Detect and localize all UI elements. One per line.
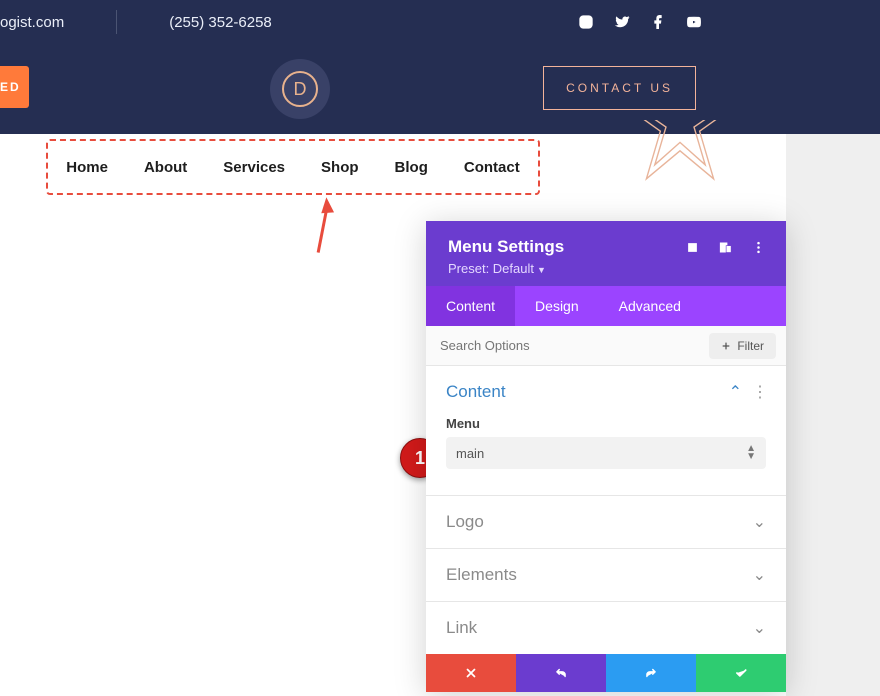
search-row: Filter bbox=[426, 326, 786, 366]
settings-tabs: Content Design Advanced bbox=[426, 286, 786, 326]
top-left: ogist.com (255) 352-6258 bbox=[0, 10, 272, 34]
section-content[interactable]: Content ⌃ ⋮ Menu main ▲▼ bbox=[426, 366, 786, 496]
twitter-icon[interactable] bbox=[614, 14, 630, 30]
separator bbox=[116, 10, 117, 34]
responsive-icon[interactable] bbox=[718, 240, 733, 255]
chevron-down-icon: ⌄ bbox=[753, 618, 766, 638]
nav-item-blog[interactable]: Blog bbox=[395, 159, 428, 176]
logo-letter: D bbox=[282, 71, 318, 107]
cancel-button[interactable] bbox=[426, 654, 516, 692]
preset-label: Preset: Default bbox=[448, 261, 534, 276]
topbar: ogist.com (255) 352-6258 bbox=[0, 0, 880, 44]
nav-item-about[interactable]: About bbox=[144, 159, 187, 176]
section-link-title: Link bbox=[446, 618, 477, 638]
cta-button-cut[interactable]: ED bbox=[0, 66, 29, 108]
section-elements-title: Elements bbox=[446, 565, 517, 585]
redo-button[interactable] bbox=[606, 654, 696, 692]
nav-item-services[interactable]: Services bbox=[223, 159, 285, 176]
nav-item-home[interactable]: Home bbox=[66, 159, 108, 176]
nav-item-shop[interactable]: Shop bbox=[321, 159, 359, 176]
panel-header[interactable]: Menu Settings Preset: Default▼ bbox=[426, 221, 786, 286]
section-logo[interactable]: Logo ⌄ bbox=[426, 496, 786, 549]
caret-down-icon: ▼ bbox=[537, 265, 546, 275]
menu-select[interactable]: main ▲▼ bbox=[446, 437, 766, 469]
menu-module-selected[interactable]: Home About Services Shop Blog Contact bbox=[46, 139, 540, 195]
panel-title: Menu Settings bbox=[448, 237, 564, 257]
right-page-edge bbox=[786, 45, 880, 696]
contact-us-button[interactable]: CONTACT US bbox=[543, 66, 696, 110]
panel-footer bbox=[426, 654, 786, 692]
section-link[interactable]: Link ⌄ bbox=[426, 602, 786, 654]
section-content-title: Content bbox=[446, 382, 506, 402]
youtube-icon[interactable] bbox=[686, 14, 702, 30]
section-more-icon[interactable]: ⋮ bbox=[752, 382, 766, 402]
search-input[interactable] bbox=[426, 326, 699, 365]
section-logo-title: Logo bbox=[446, 512, 484, 532]
social-links bbox=[578, 14, 872, 30]
contact-email[interactable]: ogist.com bbox=[0, 14, 64, 31]
tab-content[interactable]: Content bbox=[426, 286, 515, 326]
annotation-arrow bbox=[285, 194, 355, 270]
facebook-icon[interactable] bbox=[650, 14, 666, 30]
chevron-down-icon: ⌄ bbox=[753, 512, 766, 532]
preset-selector[interactable]: Preset: Default▼ bbox=[448, 261, 766, 276]
filter-button[interactable]: Filter bbox=[709, 333, 776, 359]
chevron-down-icon: ⌄ bbox=[753, 565, 766, 585]
contact-phone[interactable]: (255) 352-6258 bbox=[169, 14, 272, 31]
menu-field: Menu main ▲▼ bbox=[446, 416, 766, 469]
tab-design[interactable]: Design bbox=[515, 286, 599, 326]
menu-field-label: Menu bbox=[446, 416, 766, 431]
check-icon bbox=[734, 666, 748, 680]
select-caret-icon: ▲▼ bbox=[746, 445, 756, 461]
more-menu-icon[interactable] bbox=[751, 240, 766, 255]
undo-icon bbox=[554, 666, 568, 680]
section-elements[interactable]: Elements ⌄ bbox=[426, 549, 786, 602]
undo-button[interactable] bbox=[516, 654, 606, 692]
site-logo[interactable]: D bbox=[270, 59, 330, 119]
instagram-icon[interactable] bbox=[578, 14, 594, 30]
close-icon bbox=[464, 666, 478, 680]
chevron-up-icon[interactable]: ⌃ bbox=[729, 382, 742, 402]
save-button[interactable] bbox=[696, 654, 786, 692]
redo-icon bbox=[644, 666, 658, 680]
plus-icon bbox=[721, 341, 731, 351]
menu-select-value: main bbox=[456, 446, 484, 461]
star-decoration bbox=[610, 120, 750, 190]
menu-settings-panel: Menu Settings Preset: Default▼ Content D… bbox=[426, 221, 786, 692]
expand-icon[interactable] bbox=[685, 240, 700, 255]
tab-advanced[interactable]: Advanced bbox=[599, 286, 786, 326]
nav-item-contact[interactable]: Contact bbox=[464, 159, 520, 176]
filter-label: Filter bbox=[737, 339, 764, 353]
